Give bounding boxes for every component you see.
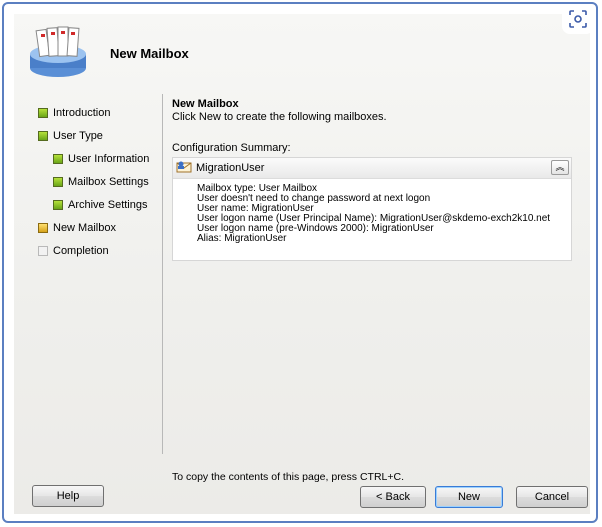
dialog-title: New Mailbox: [110, 46, 189, 61]
step-complete-icon: [53, 177, 63, 187]
nav-item-user-type[interactable]: User Type: [38, 127, 103, 145]
summary-details: Mailbox type: User Mailbox User doesn't …: [197, 184, 550, 244]
step-complete-icon: [53, 154, 63, 164]
step-current-icon: [38, 223, 48, 233]
back-button[interactable]: < Back: [360, 486, 426, 508]
nav-item-label: Archive Settings: [68, 199, 148, 211]
nav-item-label: New Mailbox: [53, 222, 116, 234]
configuration-summary-label: Configuration Summary:: [172, 142, 291, 154]
dialog-header: New Mailbox: [14, 14, 590, 92]
nav-item-archive-settings[interactable]: Archive Settings: [53, 196, 147, 214]
nav-item-label: Mailbox Settings: [68, 176, 149, 188]
focus-capture-icon: [569, 10, 587, 28]
chevron-double-up-icon: ︽: [555, 162, 565, 172]
summary-header[interactable]: MigrationUser ︽: [173, 158, 571, 179]
nav-item-completion[interactable]: Completion: [38, 242, 109, 260]
section-heading: New Mailbox: [172, 98, 239, 110]
nav-item-label: Introduction: [53, 107, 111, 119]
nav-item-label: Completion: [53, 245, 109, 257]
focus-capture-button[interactable]: [562, 4, 594, 34]
nav-item-user-information[interactable]: User Information: [53, 150, 149, 168]
copy-hint-text: To copy the contents of this page, press…: [172, 471, 404, 483]
nav-item-label: User Type: [53, 130, 103, 142]
mailbox-user-icon: [176, 160, 192, 176]
new-mailbox-dialog: New Mailbox Introduction User Type User …: [14, 14, 590, 514]
mailbox-database-icon: [28, 24, 90, 83]
configuration-summary-box: MigrationUser ︽ Mailbox type: User Mailb…: [172, 157, 572, 261]
nav-item-new-mailbox[interactable]: New Mailbox: [38, 219, 116, 237]
section-description: Click New to create the following mailbo…: [172, 111, 387, 123]
summary-item-name: MigrationUser: [196, 162, 265, 174]
collapse-button[interactable]: ︽: [551, 160, 569, 175]
step-complete-icon: [38, 131, 48, 141]
nav-item-label: User Information: [68, 153, 150, 165]
screenshot-frame: New Mailbox Introduction User Type User …: [2, 2, 598, 523]
nav-item-mailbox-settings[interactable]: Mailbox Settings: [53, 173, 149, 191]
step-pending-icon: [38, 246, 48, 256]
summary-line: Alias: MigrationUser: [197, 233, 287, 244]
new-button[interactable]: New: [435, 486, 503, 508]
step-complete-icon: [53, 200, 63, 210]
cancel-button[interactable]: Cancel: [516, 486, 588, 508]
help-button[interactable]: Help: [32, 485, 104, 507]
nav-divider: [162, 94, 163, 454]
step-complete-icon: [38, 108, 48, 118]
nav-item-introduction[interactable]: Introduction: [38, 104, 110, 122]
